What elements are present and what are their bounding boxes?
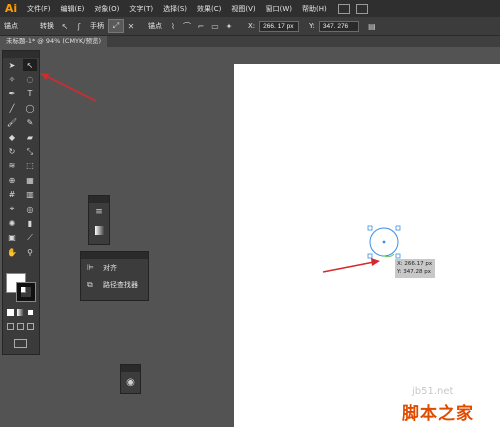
tooltip-y: Y: 347.28 px [397,269,431,275]
annotation-arrow-canvas [322,258,380,273]
selected-circle[interactable] [367,225,401,259]
watermark-site: jb51.net [412,386,454,397]
canvas-overlay [40,73,401,273]
tooltip-x: X: 266.17 px [397,261,433,267]
annotation-arrow-toolbox [40,73,97,102]
watermark-name: 脚本之家 [402,404,474,424]
coordinate-tooltip: X: 266.17 px Y: 347.28 px [395,259,435,278]
